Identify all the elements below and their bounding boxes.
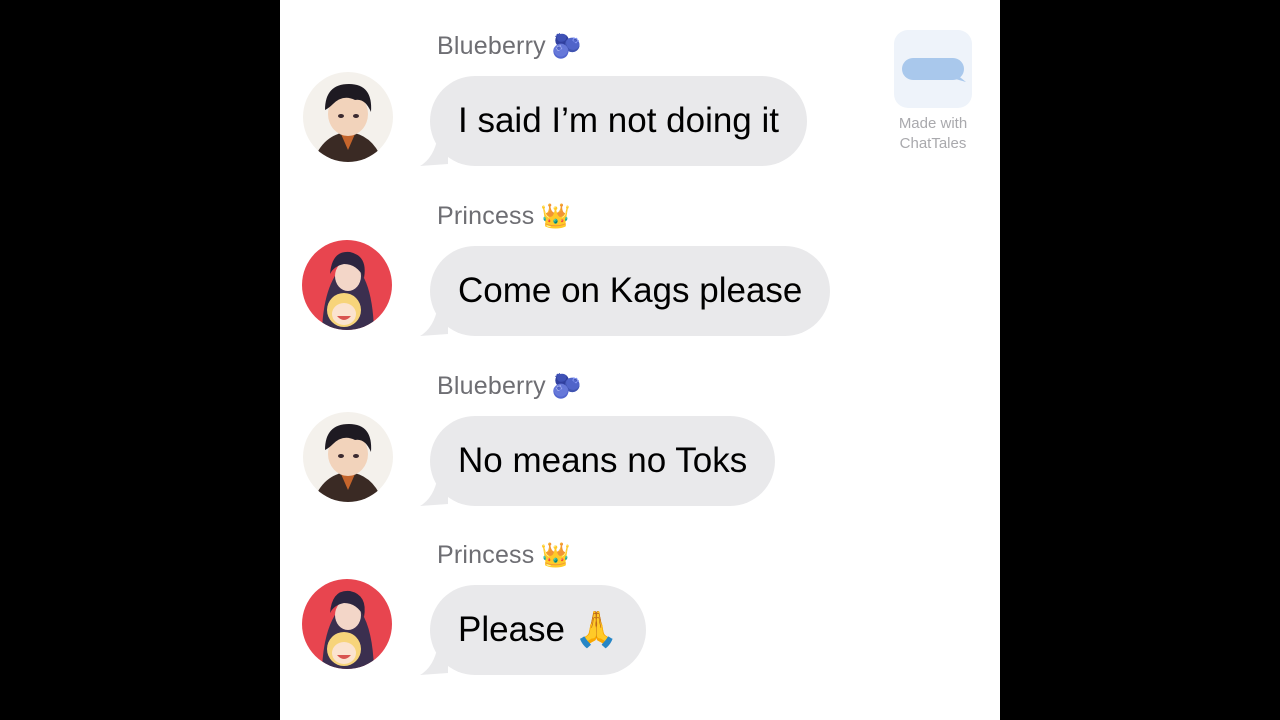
sender-label: Princess xyxy=(437,202,535,230)
sender-name: Blueberry 🫐 xyxy=(437,372,582,401)
crown-icon: 👑 xyxy=(540,542,571,569)
message-row: Blueberry 🫐 I said I’m not doing it xyxy=(280,0,1000,170)
message-bubble[interactable]: Come on Kags please xyxy=(430,246,831,336)
avatar[interactable] xyxy=(303,412,393,502)
sender-label: Blueberry xyxy=(437,32,546,60)
chat-panel: Made with ChatTales Blueberry 🫐 I said I’… xyxy=(280,0,1000,720)
avatar[interactable] xyxy=(302,240,392,330)
message-row: Princess 👑 Come on Kags please xyxy=(280,170,1000,340)
avatar[interactable] xyxy=(303,72,393,162)
sender-name: Princess 👑 xyxy=(437,202,571,231)
sender-name: Princess 👑 xyxy=(437,541,571,570)
sender-name: Blueberry 🫐 xyxy=(437,32,582,61)
blueberry-icon: 🫐 xyxy=(551,373,582,400)
avatar[interactable] xyxy=(302,579,392,669)
message-bubble[interactable]: Please 🙏 xyxy=(430,585,647,675)
blueberry-icon: 🫐 xyxy=(551,33,582,60)
sender-label: Blueberry xyxy=(437,372,546,400)
message-row: Princess 👑 Please 🙏 xyxy=(280,509,1000,679)
message-bubble[interactable]: I said I’m not doing it xyxy=(430,76,807,166)
message-bubble[interactable]: No means no Toks xyxy=(430,416,776,506)
crown-icon: 👑 xyxy=(540,203,571,230)
sender-label: Princess xyxy=(437,541,535,569)
message-row: Blueberry 🫐 No means no Toks xyxy=(280,340,1000,510)
